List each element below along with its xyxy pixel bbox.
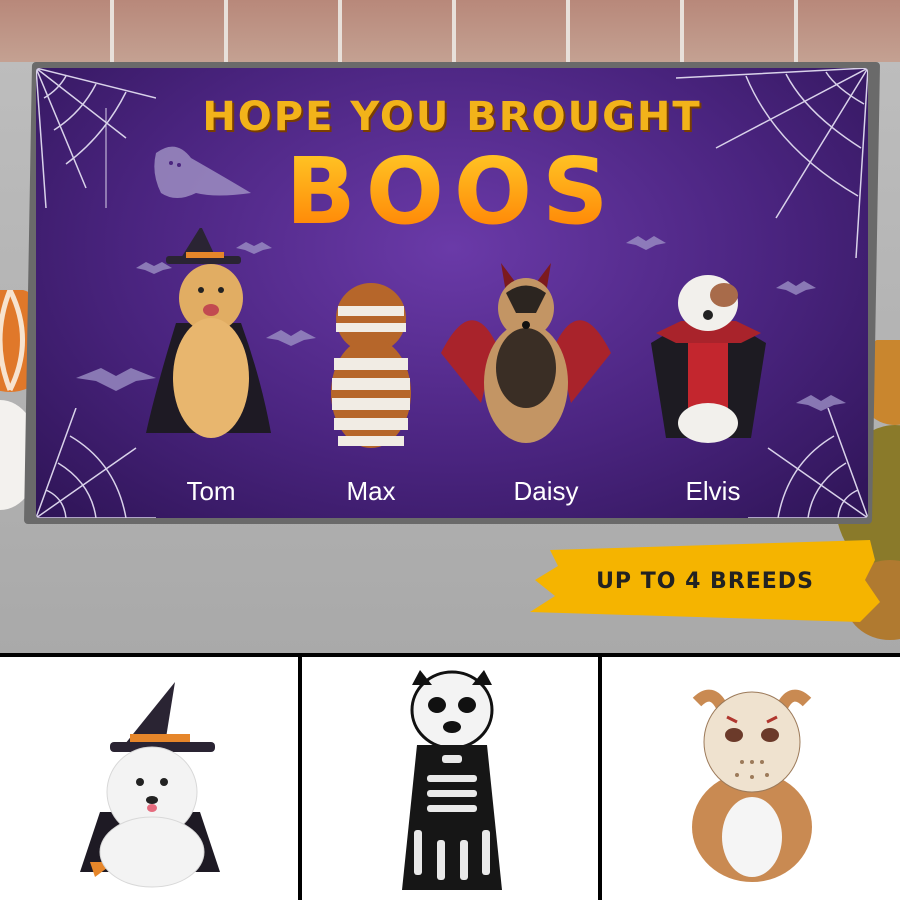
dog-witch-golden-retriever — [146, 228, 271, 438]
option-panel-3[interactable] — [602, 657, 900, 900]
breeds-badge: UP TO 4 BREEDS — [530, 540, 880, 622]
porch-scene: HOPE YOU BROUGHT BOOS Tom Max Daisy Elvi… — [0, 0, 900, 655]
option-panel-2[interactable] — [302, 657, 598, 900]
dog-name-max: Max — [346, 476, 396, 506]
dog-mummy-bulldog — [331, 283, 411, 448]
dog-name-daisy: Daisy — [513, 476, 579, 506]
bulldog-hockey-mask-icon — [692, 689, 812, 882]
dog-vampire-pitbull — [651, 275, 766, 443]
pomeranian-witch-icon — [80, 682, 220, 888]
dog-devil-german-shepherd — [441, 263, 611, 443]
skeleton-dog-icon — [402, 670, 502, 890]
breeds-badge-text: UP TO 4 BREEDS — [596, 568, 814, 594]
doormat: HOPE YOU BROUGHT BOOS Tom Max Daisy Elvi… — [36, 68, 868, 518]
option-panel-1[interactable] — [0, 657, 298, 900]
brick-wall — [0, 0, 900, 62]
dog-name-tom: Tom — [186, 476, 236, 506]
dog-name-elvis: Elvis — [685, 476, 741, 506]
